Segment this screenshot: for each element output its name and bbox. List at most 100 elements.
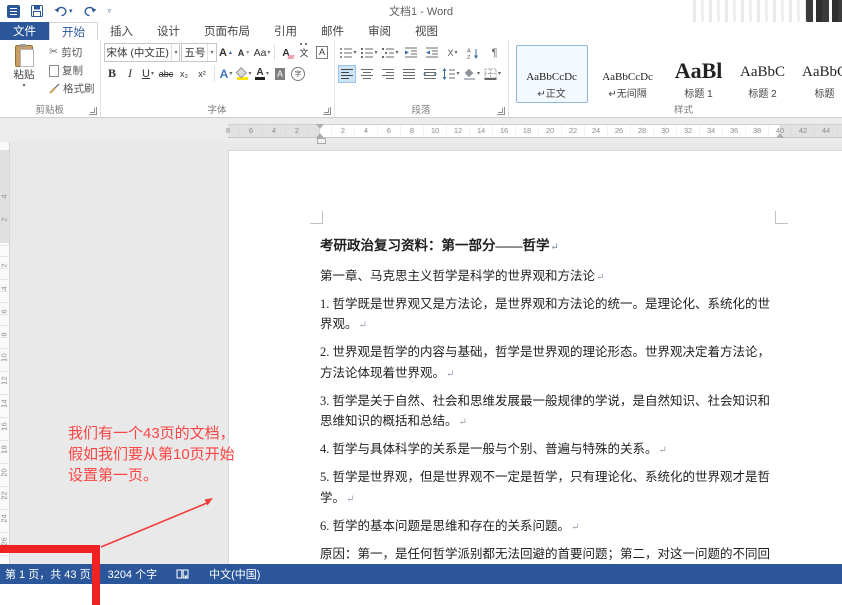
document-paragraph[interactable]: 1. 哲学既是世界观又是方法论，是世界观和方法论的统一。是理论化、系统化的世界观… <box>320 294 782 337</box>
decrease-indent-button[interactable] <box>401 44 421 62</box>
proofing-status-button[interactable] <box>176 569 189 580</box>
character-border-button[interactable]: A <box>314 44 331 62</box>
save-button[interactable] <box>31 5 43 17</box>
ribbon-tab[interactable]: 邮件 <box>309 22 356 40</box>
bullet-list-icon <box>339 47 353 59</box>
right-indent-marker[interactable] <box>776 133 784 138</box>
justify-icon <box>402 68 416 80</box>
numbering-button[interactable]: ▾ <box>359 44 379 62</box>
shrink-font-button[interactable]: A▼ <box>236 44 253 62</box>
borders-button[interactable]: ▾ <box>483 65 503 83</box>
change-case-button[interactable]: Aa▾ <box>254 44 271 62</box>
customize-qat-button[interactable]: ▿ <box>108 7 112 15</box>
align-right-button[interactable] <box>378 65 398 83</box>
clipboard-dialog-launcher[interactable] <box>89 107 97 115</box>
line-spacing-button[interactable]: ▾ <box>441 65 461 83</box>
align-center-button[interactable] <box>357 65 377 83</box>
ribbon-tab[interactable]: 视图 <box>403 22 450 40</box>
bold-button[interactable]: B <box>104 65 121 83</box>
word-app-icon[interactable] <box>7 5 20 18</box>
title-bar: ▾ ▿ 文档1 - Word <box>0 0 842 22</box>
font-size-value: 五号 <box>184 45 205 60</box>
character-shading-icon: A <box>275 68 285 80</box>
align-left-button[interactable] <box>338 65 356 83</box>
font-color-button[interactable]: A▾ <box>254 65 271 83</box>
ribbon-tab[interactable]: 引用 <box>262 22 309 40</box>
ruler-number: 20 <box>546 126 554 136</box>
ruler-number: 18 <box>523 126 531 136</box>
cut-button[interactable]: ✂剪切 <box>47 44 97 61</box>
document-paragraph[interactable]: 4. 哲学与具体科学的关系是一般与个别、普遍与特殊的关系。↵ <box>320 439 782 462</box>
copy-button[interactable]: 复制 <box>47 62 97 79</box>
paste-label: 粘贴 <box>14 67 35 82</box>
underline-button[interactable]: U▾ <box>140 65 157 83</box>
paragraph-mark: ↵ <box>571 522 579 533</box>
text-effects-button[interactable]: A▾ <box>218 65 235 83</box>
document-body[interactable]: 考研政治复习资料：第一部分——哲学↵ 第一章、马克思主义哲学是科学的世界观和方法论… <box>320 236 782 564</box>
horizontal-ruler[interactable]: 8642246810121416182022242628303234363840… <box>228 124 842 138</box>
ribbon-tab[interactable]: 审阅 <box>356 22 403 40</box>
status-word-count[interactable]: 3204 个字 <box>108 566 158 582</box>
enclose-characters-button[interactable]: 字 <box>290 65 307 83</box>
ribbon-tab[interactable]: 页面布局 <box>192 22 262 40</box>
highlight-button[interactable]: ▾ <box>236 65 253 83</box>
document-paragraph[interactable]: 3. 哲学是关于自然、社会和思维发展最一般规律的学说，是自然知识、社会知识和思维… <box>320 391 782 434</box>
ruler-number: 28 <box>638 126 646 136</box>
undo-button[interactable]: ▾ <box>54 6 73 17</box>
superscript-button[interactable]: x² <box>194 65 211 83</box>
line-spacing-icon <box>442 68 456 80</box>
style-card[interactable]: AaBbC标题 2 <box>734 45 792 103</box>
text-effects-icon: A <box>220 67 229 81</box>
status-language[interactable]: 中文(中国) <box>209 566 260 582</box>
increase-indent-button[interactable] <box>422 44 442 62</box>
font-name-combobox[interactable]: 宋体 (中文正)▾ <box>104 43 181 62</box>
document-paragraph[interactable]: 5. 哲学是世界观，但是世界观不一定是哲学，只有理论化、系统化的世界观才是哲学。… <box>320 467 782 510</box>
clear-formatting-button[interactable]: A <box>278 44 295 62</box>
show-marks-button[interactable]: ¶ <box>485 44 505 62</box>
format-painter-button[interactable]: 格式刷 <box>47 80 97 97</box>
grow-font-button[interactable]: A▲ <box>218 44 235 62</box>
shading-button[interactable]: ▾ <box>462 65 482 83</box>
clipboard-group: 粘贴 ▾ ✂剪切 复制 格式刷 剪贴板 <box>0 40 101 117</box>
style-card[interactable]: AaBbC标题 <box>796 45 842 103</box>
strikethrough-button[interactable]: abc <box>158 65 175 83</box>
paragraph-mark: ↵ <box>446 369 454 380</box>
document-paragraph[interactable]: 原因：第一，是任何哲学派别都无法回避的首要问题；第二，对这一问题的不同回答是划分… <box>320 544 782 565</box>
left-indent-marker[interactable] <box>317 138 326 144</box>
document-paragraph[interactable]: 6. 哲学的基本问题是思维和存在的关系问题。↵ <box>320 516 782 539</box>
sort-button[interactable]: AZ <box>464 44 484 62</box>
paste-button[interactable]: 粘贴 ▾ <box>3 42 45 104</box>
ruler-number: 32 <box>684 126 692 136</box>
style-card[interactable]: AaBbCcDc↵无间隔 <box>592 45 664 103</box>
paste-caret-icon: ▾ <box>22 82 25 89</box>
justify-button[interactable] <box>399 65 419 83</box>
first-line-indent-marker[interactable] <box>316 124 324 129</box>
subscript-button[interactable]: x₂ <box>176 65 193 83</box>
ribbon-tab[interactable]: 开始 <box>49 22 98 40</box>
style-name: ↵无间隔 <box>608 85 646 100</box>
multilevel-list-button[interactable]: ▾ <box>380 44 400 62</box>
paragraph-dialog-launcher[interactable] <box>497 107 505 115</box>
phonetic-guide-button[interactable]: 文 <box>296 44 313 62</box>
distribute-icon <box>423 68 437 80</box>
style-card[interactable]: AaBbCcDc↵正文 <box>516 45 588 103</box>
vertical-ruler[interactable]: 422468101214161820222426 <box>0 142 10 564</box>
font-dialog-launcher[interactable] <box>323 107 331 115</box>
ribbon-tab[interactable]: 插入 <box>98 22 145 40</box>
ruler-number: 22 <box>0 491 9 501</box>
redo-button[interactable] <box>84 6 97 17</box>
ribbon-tab[interactable]: 设计 <box>145 22 192 40</box>
italic-button[interactable]: I <box>122 65 139 83</box>
document-paragraph[interactable]: 第一章、马克思主义哲学是科学的世界观和方法论↵ <box>320 266 782 289</box>
tab-file[interactable]: 文件 <box>0 22 49 40</box>
annotation-line: 设置第一页。 <box>68 465 235 486</box>
document-paragraph[interactable]: 2. 世界观是哲学的内容与基础，哲学是世界观的理论形态。世界观决定着方法论，方法… <box>320 342 782 385</box>
distribute-button[interactable] <box>420 65 440 83</box>
watermark-stripes-light <box>688 0 806 24</box>
asian-layout-button[interactable]: X▾ <box>443 44 463 62</box>
bullets-button[interactable]: ▾ <box>338 44 358 62</box>
style-card[interactable]: AaBl标题 1 <box>668 45 730 103</box>
font-size-combobox[interactable]: 五号▾ <box>181 43 216 62</box>
character-shading-button[interactable]: A <box>272 65 289 83</box>
document-title[interactable]: 考研政治复习资料：第一部分——哲学↵ <box>320 236 782 259</box>
